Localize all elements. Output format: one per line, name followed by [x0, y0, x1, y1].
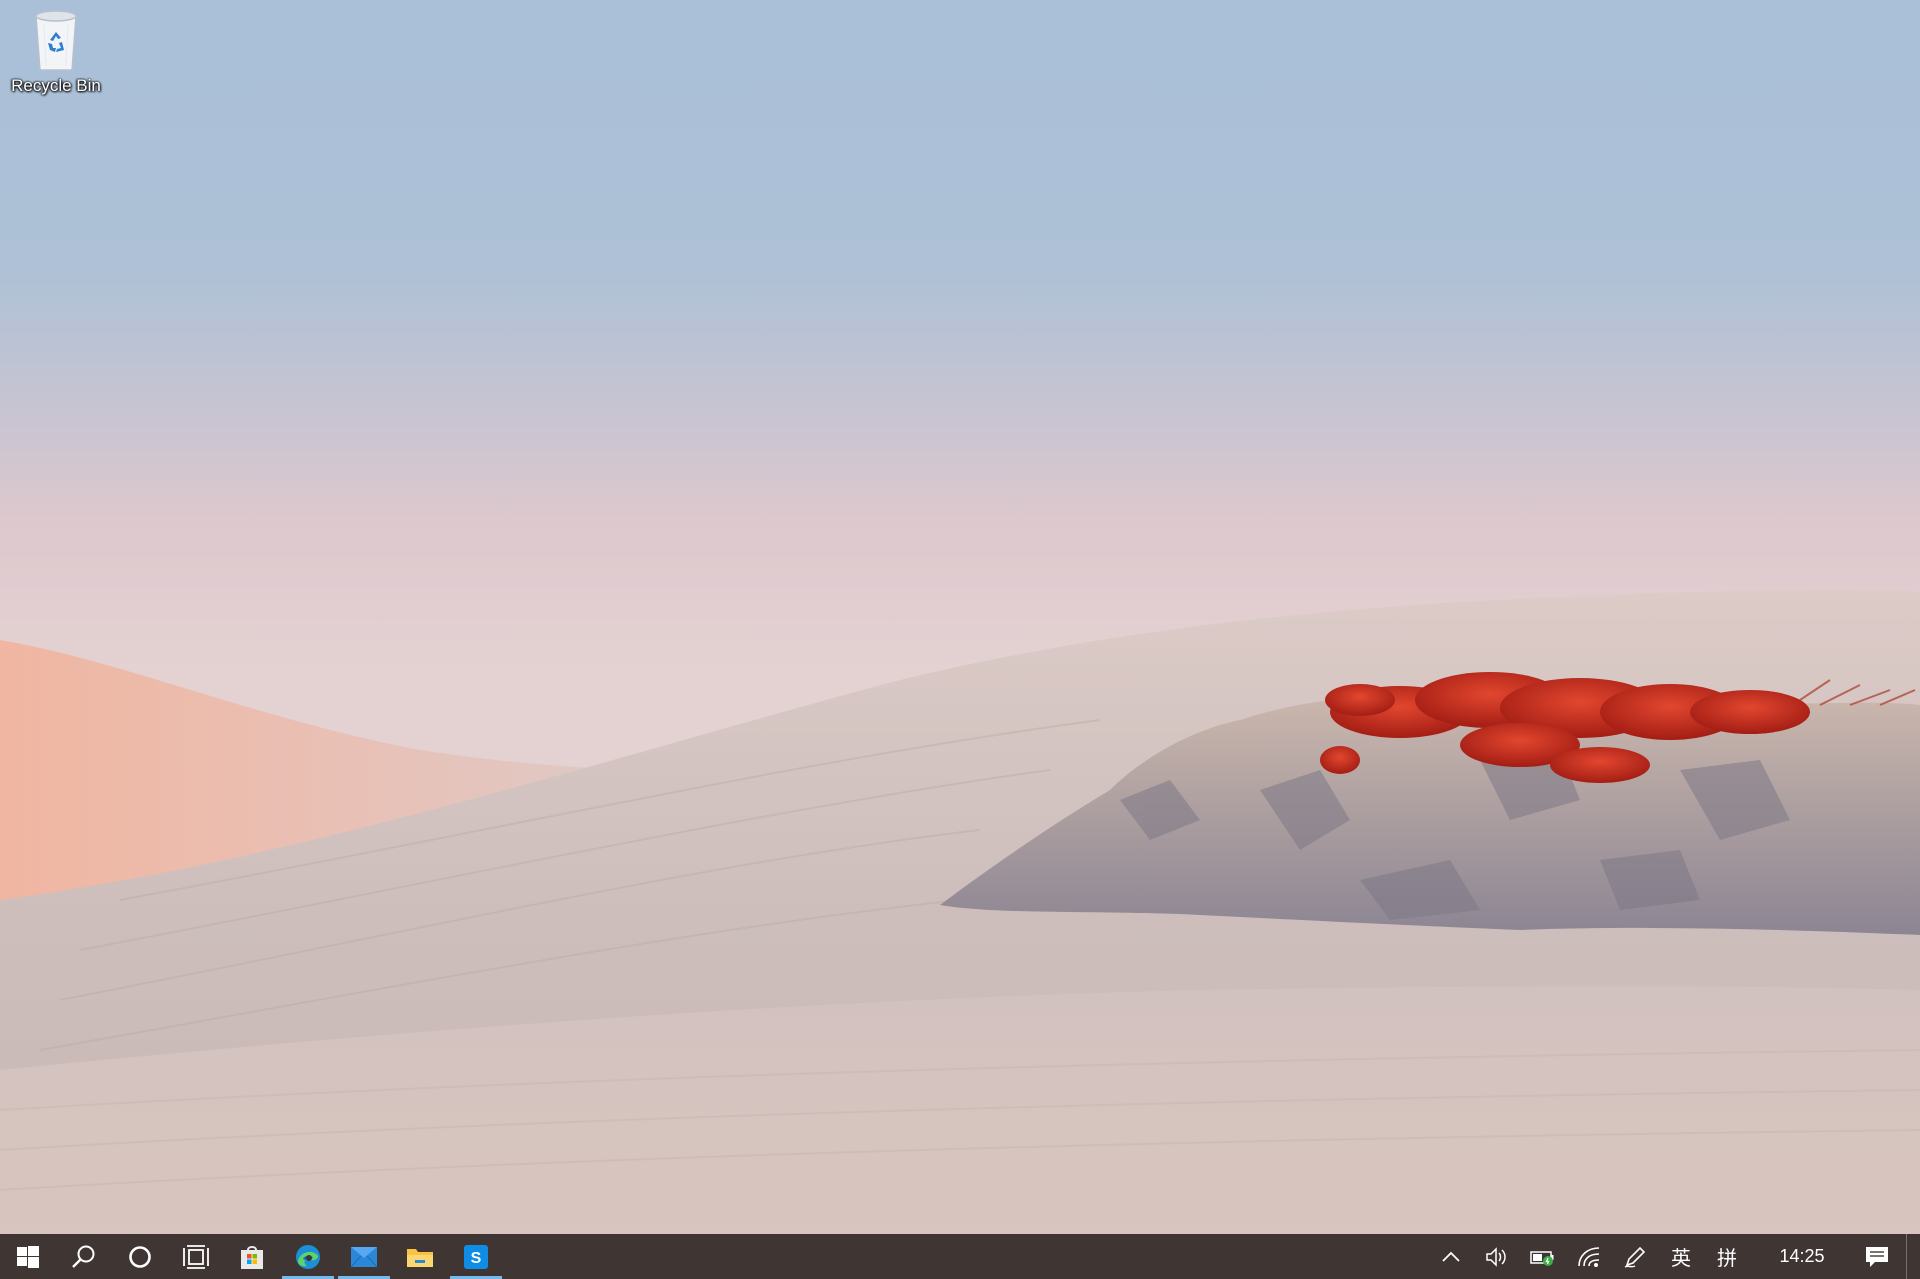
system-tray: 英 拼 14:25 [1428, 1234, 1920, 1279]
wallpaper-desert-dunes [0, 590, 1920, 1234]
edge-icon [296, 1244, 320, 1269]
show-hidden-icons-button[interactable] [1428, 1234, 1474, 1279]
ime-mode-indicator[interactable]: 英 [1658, 1234, 1704, 1279]
battery-charging-icon [1530, 1250, 1554, 1266]
taskbar-app-file-explorer[interactable] [392, 1234, 448, 1279]
show-desktop-button[interactable] [1906, 1234, 1920, 1279]
skype-icon: S [464, 1244, 488, 1269]
network-button[interactable] [1566, 1234, 1612, 1279]
store-bag-icon [241, 1245, 263, 1269]
clock[interactable]: 14:25 [1750, 1234, 1854, 1279]
taskbar-app-microsoft-store[interactable] [224, 1234, 280, 1279]
search-button[interactable] [56, 1234, 112, 1279]
mail-envelope-icon [350, 1246, 378, 1267]
cortana-circle-icon [129, 1245, 151, 1268]
action-center-button[interactable] [1854, 1234, 1900, 1279]
recycle-bin-icon [35, 10, 77, 71]
task-view-icon [183, 1244, 209, 1269]
cortana-button[interactable] [112, 1234, 168, 1279]
taskbar-app-skype[interactable]: S [448, 1234, 504, 1279]
battery-button[interactable] [1520, 1234, 1566, 1279]
wifi-icon [1578, 1246, 1600, 1267]
task-view-button[interactable] [168, 1234, 224, 1279]
search-icon [72, 1245, 95, 1268]
desktop-icon-recycle-bin[interactable]: Recycle Bin [6, 6, 106, 110]
svg-text:S: S [471, 1250, 482, 1267]
volume-button[interactable] [1474, 1234, 1520, 1279]
folder-icon [407, 1248, 433, 1267]
speaker-icon [1486, 1246, 1506, 1267]
desktop-icon-label: Recycle Bin [11, 76, 101, 95]
pen-icon [1624, 1246, 1646, 1268]
taskbar: S 英 拼 14:25 [0, 1234, 1920, 1279]
pen-workspace-button[interactable] [1612, 1234, 1658, 1279]
notification-icon [1866, 1246, 1888, 1267]
taskbar-app-edge[interactable] [280, 1234, 336, 1279]
start-button[interactable] [0, 1234, 56, 1279]
windows-logo-icon [17, 1245, 39, 1268]
taskbar-app-mail[interactable] [336, 1234, 392, 1279]
chevron-up-icon [1442, 1251, 1460, 1262]
ime-layout-indicator[interactable]: 拼 [1704, 1234, 1750, 1279]
desktop: Recycle Bin [0, 0, 1920, 1234]
